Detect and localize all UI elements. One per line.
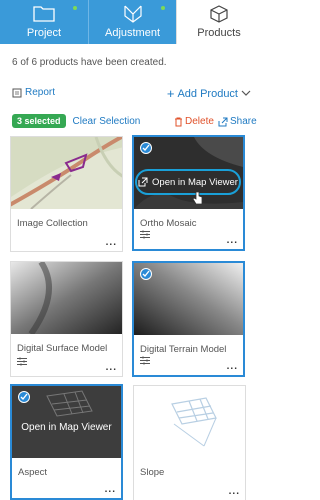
top-tabs: Project Adjustment Products xyxy=(0,0,261,44)
more-options-icon[interactable]: ... xyxy=(106,362,117,373)
selected-check-icon[interactable] xyxy=(18,391,30,403)
product-card-slope[interactable]: Slope ... xyxy=(133,385,246,500)
more-options-icon[interactable]: ... xyxy=(229,486,240,497)
more-options-icon[interactable]: ... xyxy=(105,484,116,495)
selected-check-icon[interactable] xyxy=(140,268,152,280)
digital-surface-model-thumbnail xyxy=(11,262,122,334)
folder-icon xyxy=(33,4,55,27)
add-product-label: Add Product xyxy=(177,87,238,100)
open-in-map-viewer-button[interactable]: Open in Map Viewer xyxy=(12,422,121,433)
card-label: Digital Surface Model xyxy=(17,343,108,354)
product-card-aspect[interactable]: Open in Map Viewer Aspect ... xyxy=(10,384,123,500)
hand-cursor-icon xyxy=(192,191,203,205)
product-card-digital-surface-model[interactable]: Digital Surface Model ... xyxy=(10,261,123,377)
card-label: Digital Terrain Model xyxy=(140,344,227,355)
cube-icon xyxy=(209,4,229,29)
card-label: Image Collection xyxy=(17,218,88,229)
trash-icon xyxy=(175,117,182,126)
product-card-ortho-mosaic[interactable]: Open in Map Viewer Ortho Mosaic ... xyxy=(132,135,245,251)
report-label: Report xyxy=(25,87,56,98)
delete-label: Delete xyxy=(185,116,214,127)
settings-sliders-icon[interactable] xyxy=(17,353,27,371)
tab-adjustment[interactable]: Adjustment xyxy=(88,0,176,44)
clear-selection-link[interactable]: Clear Selection xyxy=(73,116,141,127)
share-label: Share xyxy=(230,116,257,127)
report-icon xyxy=(12,88,22,97)
product-card-image-collection[interactable]: Image Collection ... xyxy=(10,136,123,252)
selected-check-icon[interactable] xyxy=(140,142,152,154)
tab-project-label: Project xyxy=(26,27,62,39)
selection-bar: 3 selected Clear Selection xyxy=(12,114,140,128)
plus-icon: + xyxy=(166,86,175,101)
delete-button[interactable]: Delete xyxy=(174,116,214,127)
add-product-button[interactable]: + Add Product xyxy=(167,86,251,101)
product-card-digital-terrain-model[interactable]: Digital Terrain Model ... xyxy=(132,261,245,377)
more-options-icon[interactable]: ... xyxy=(227,361,238,372)
settings-sliders-icon[interactable] xyxy=(140,226,150,244)
open-in-map-viewer-button[interactable]: Open in Map Viewer xyxy=(135,169,241,195)
selected-count-badge: 3 selected xyxy=(12,114,66,128)
tab-products[interactable]: Products xyxy=(176,0,261,44)
chevron-down-icon xyxy=(241,90,251,96)
image-collection-thumbnail xyxy=(11,137,122,209)
card-label: Slope xyxy=(140,467,165,478)
open-external-icon xyxy=(138,177,148,187)
share-button[interactable]: Share xyxy=(218,116,257,127)
more-options-icon[interactable]: ... xyxy=(106,237,117,248)
card-label: Aspect xyxy=(18,467,48,478)
slope-thumbnail xyxy=(134,386,245,458)
report-button[interactable]: Report xyxy=(12,87,55,98)
open-in-map-viewer-label: Open in Map Viewer xyxy=(152,176,238,188)
status-message: 6 of 6 products have been created. xyxy=(12,57,167,68)
share-icon xyxy=(218,117,228,126)
tab-project[interactable]: Project xyxy=(0,0,88,44)
status-dot xyxy=(161,6,165,10)
more-options-icon[interactable]: ... xyxy=(227,235,238,246)
status-dot xyxy=(73,6,77,10)
settings-sliders-icon[interactable] xyxy=(140,352,150,370)
adjustment-icon xyxy=(122,4,144,29)
